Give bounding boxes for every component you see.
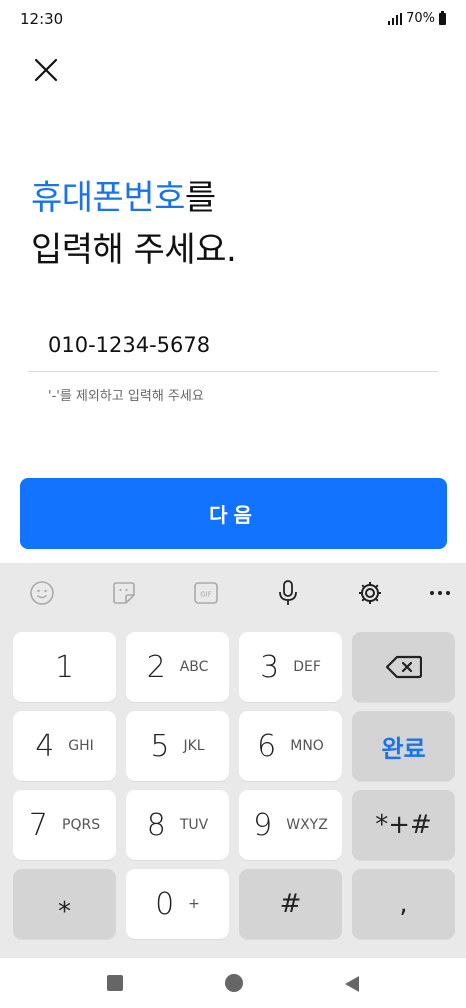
- done-key-label: 완료: [381, 734, 426, 763]
- back-button[interactable]: [344, 975, 360, 997]
- key-4-digit: 4: [35, 728, 55, 764]
- star-key-label: ⁎: [58, 889, 71, 919]
- key-3-letters: DEF: [293, 659, 321, 675]
- close-icon: [34, 58, 58, 82]
- signal-icon: [388, 12, 403, 25]
- key-2-digit: 2: [146, 649, 166, 685]
- key-2[interactable]: 2 ABC: [126, 632, 229, 702]
- key-8[interactable]: 8 TUV: [126, 790, 229, 860]
- key-9-letters: WXYZ: [286, 817, 328, 833]
- key-1-digit: 1: [54, 649, 75, 685]
- keyboard-toolbar: GIF: [0, 563, 466, 621]
- hash-key[interactable]: #: [239, 869, 342, 939]
- star-key[interactable]: ⁎: [13, 869, 116, 939]
- comma-key-label: ,: [399, 889, 408, 919]
- more-icon: [430, 591, 450, 595]
- key-3-digit: 3: [260, 649, 280, 685]
- system-nav-bar: [0, 958, 466, 1008]
- title-line1-rest: 를: [184, 178, 216, 218]
- recents-button[interactable]: [107, 975, 123, 995]
- close-button[interactable]: [28, 52, 64, 88]
- title-line2: 입력해 주세요.: [31, 230, 237, 270]
- emoji-button[interactable]: [26, 577, 58, 609]
- sticker-button[interactable]: [108, 577, 140, 609]
- battery-percent: 70%: [406, 11, 435, 26]
- key-2-letters: ABC: [179, 659, 209, 675]
- key-9-digit: 9: [253, 807, 273, 843]
- key-5[interactable]: 5 JKL: [126, 711, 229, 781]
- next-button[interactable]: 다음: [20, 478, 447, 549]
- key-5-letters: JKL: [183, 738, 205, 754]
- done-key[interactable]: 완료: [352, 711, 455, 781]
- page-title: 휴대폰번호를 입력해 주세요.: [31, 172, 237, 276]
- phone-number-input[interactable]: [28, 318, 438, 372]
- status-bar: 12:30 70%: [0, 0, 466, 38]
- symbols-key-label: *+#: [375, 810, 432, 840]
- home-icon: [225, 974, 243, 992]
- status-time: 12:30: [20, 10, 64, 28]
- key-1[interactable]: 1: [13, 632, 116, 702]
- key-5-digit: 5: [150, 728, 170, 764]
- hash-key-label: #: [279, 889, 302, 919]
- key-3[interactable]: 3 DEF: [239, 632, 342, 702]
- battery-icon: [439, 10, 446, 25]
- gif-icon: GIF: [194, 582, 218, 604]
- backspace-icon: [385, 655, 422, 679]
- key-4[interactable]: 4 GHI: [13, 711, 116, 781]
- key-4-letters: GHI: [68, 738, 94, 754]
- key-0-digit: 0: [155, 886, 175, 922]
- status-indicators: 70%: [388, 10, 446, 26]
- key-6[interactable]: 6 MNO: [239, 711, 342, 781]
- key-7-letters: PQRS: [62, 817, 101, 833]
- key-9[interactable]: 9 WXYZ: [239, 790, 342, 860]
- back-icon: [345, 976, 359, 992]
- key-6-digit: 6: [257, 728, 277, 764]
- emoji-icon: [30, 581, 54, 605]
- mic-icon: [279, 580, 297, 605]
- gif-button[interactable]: GIF: [190, 577, 222, 609]
- key-8-letters: TUV: [179, 817, 209, 833]
- numeric-keyboard: GIF 1 2 ABC 3 DEF 4 GHI 5 JKL 6 MNO 완료 7…: [0, 563, 466, 958]
- symbols-key[interactable]: *+#: [352, 790, 455, 860]
- comma-key[interactable]: ,: [352, 869, 455, 939]
- more-button[interactable]: [424, 577, 456, 609]
- svg-text:GIF: GIF: [200, 591, 212, 599]
- home-button[interactable]: [224, 973, 244, 997]
- gear-icon: [359, 582, 381, 604]
- key-0-letters: +: [188, 896, 200, 912]
- keyboard-settings-button[interactable]: [354, 577, 386, 609]
- voice-input-button[interactable]: [272, 577, 304, 609]
- key-6-letters: MNO: [290, 738, 324, 754]
- sticker-icon: [113, 582, 135, 604]
- key-0[interactable]: 0 +: [126, 869, 229, 939]
- title-accent: 휴대폰번호: [31, 178, 185, 218]
- backspace-key[interactable]: [352, 632, 455, 702]
- recents-icon: [107, 975, 123, 991]
- key-7-digit: 7: [28, 807, 48, 843]
- helper-text: '-'를 제외하고 입력해 주세요: [48, 389, 204, 404]
- key-7[interactable]: 7 PQRS: [13, 790, 116, 860]
- key-8-digit: 8: [146, 807, 166, 843]
